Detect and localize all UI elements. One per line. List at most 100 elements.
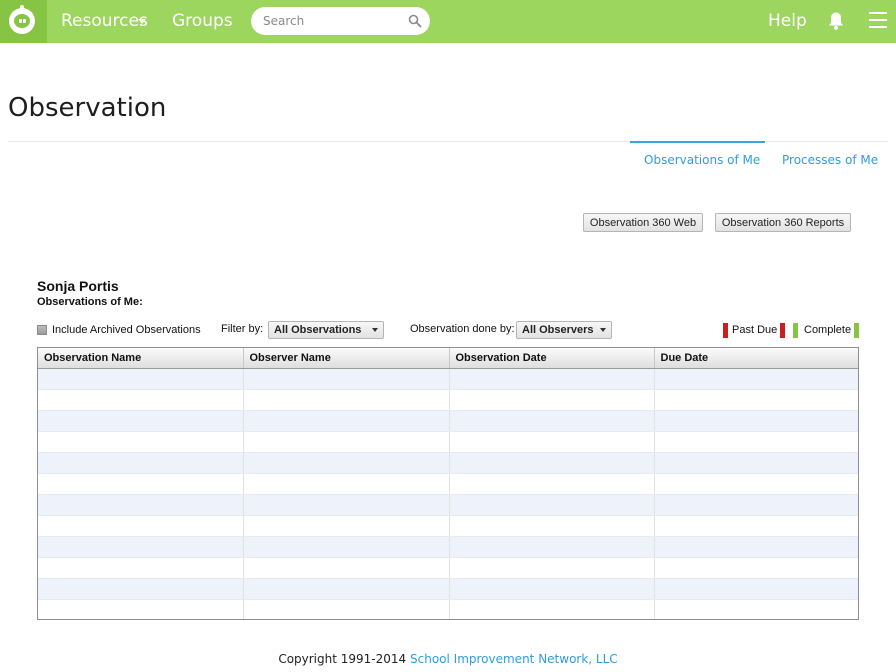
table-cell bbox=[38, 431, 244, 453]
search-icon[interactable] bbox=[408, 14, 422, 28]
table-row bbox=[38, 515, 858, 537]
table-cell bbox=[38, 473, 244, 495]
table-cell bbox=[449, 536, 655, 558]
chevron-down-icon[interactable] bbox=[138, 19, 146, 24]
table-cell bbox=[38, 557, 244, 579]
company-link[interactable]: School Improvement Network, LLC bbox=[410, 652, 618, 666]
table-cell bbox=[243, 410, 450, 432]
search-input[interactable] bbox=[263, 12, 403, 30]
table-cell bbox=[38, 410, 244, 432]
table-cell bbox=[243, 557, 450, 579]
table-cell bbox=[654, 536, 858, 558]
observer-select-value: All Observers bbox=[522, 324, 594, 336]
chevron-down-icon bbox=[372, 328, 378, 332]
hamburger-menu-icon[interactable] bbox=[869, 12, 887, 28]
table-cell bbox=[449, 515, 655, 537]
table-cell bbox=[654, 389, 858, 411]
table-cell bbox=[243, 389, 450, 411]
nav-resources[interactable]: Resources bbox=[61, 11, 148, 31]
table-cell bbox=[654, 578, 858, 600]
table-row bbox=[38, 557, 858, 579]
section-subtitle: Observations of Me: bbox=[37, 296, 143, 308]
table-row bbox=[38, 452, 858, 474]
table-cell bbox=[449, 578, 655, 600]
legend-complete-label: Complete bbox=[804, 324, 852, 336]
table-cell bbox=[449, 452, 655, 474]
table-cell bbox=[243, 368, 450, 390]
table-row bbox=[38, 410, 858, 432]
past-due-swatch bbox=[780, 323, 785, 338]
table-row bbox=[38, 368, 858, 390]
table-cell bbox=[449, 494, 655, 516]
column-header[interactable]: Observation Name bbox=[38, 348, 244, 369]
table-row bbox=[38, 389, 858, 411]
include-archived-label[interactable]: Include Archived Observations bbox=[52, 324, 201, 336]
past-due-swatch bbox=[723, 323, 728, 338]
filter-by-label: Filter by: bbox=[221, 323, 264, 335]
column-header[interactable]: Observation Date bbox=[449, 348, 655, 369]
complete-swatch bbox=[793, 323, 798, 338]
done-by-label: Observation done by: bbox=[410, 323, 515, 335]
table-row bbox=[38, 578, 858, 600]
table-cell bbox=[449, 599, 655, 619]
table-cell bbox=[243, 578, 450, 600]
tab-observations-of-me[interactable]: Observations of Me bbox=[644, 153, 760, 167]
search-box[interactable] bbox=[251, 7, 430, 35]
table-cell bbox=[654, 368, 858, 390]
table-cell bbox=[38, 599, 244, 619]
table-cell bbox=[449, 431, 655, 453]
column-header[interactable]: Observer Name bbox=[243, 348, 450, 369]
observation-360-reports-button[interactable]: Observation 360 Reports bbox=[715, 213, 851, 232]
table-header-row: Observation Name Observer Name Observati… bbox=[38, 348, 858, 369]
table-cell bbox=[38, 536, 244, 558]
copyright-text: Copyright 1991-2014 bbox=[278, 652, 407, 666]
table-cell bbox=[449, 389, 655, 411]
legend-past-due-label: Past Due bbox=[732, 324, 778, 336]
table-cell bbox=[38, 494, 244, 516]
table-body bbox=[38, 368, 858, 619]
tab-active-indicator bbox=[630, 141, 765, 143]
bell-icon[interactable] bbox=[827, 11, 845, 31]
tab-processes-of-me[interactable]: Processes of Me bbox=[782, 153, 878, 167]
table-cell bbox=[654, 515, 858, 537]
filter-select[interactable]: All Observations bbox=[268, 321, 384, 339]
table-row bbox=[38, 431, 858, 453]
footer: Copyright 1991-2014 School Improvement N… bbox=[0, 652, 896, 666]
observer-select[interactable]: All Observers bbox=[516, 321, 612, 339]
table-cell bbox=[243, 494, 450, 516]
table-cell bbox=[38, 578, 244, 600]
filter-select-value: All Observations bbox=[274, 324, 362, 336]
table-cell bbox=[654, 599, 858, 619]
nav-help[interactable]: Help bbox=[768, 11, 807, 31]
table-cell bbox=[654, 410, 858, 432]
chevron-down-icon bbox=[600, 328, 606, 332]
complete-swatch bbox=[854, 323, 859, 338]
table-cell bbox=[243, 452, 450, 474]
top-nav-bar: Resources Groups Help bbox=[0, 0, 896, 43]
include-archived-checkbox[interactable] bbox=[37, 325, 47, 335]
home-logo[interactable] bbox=[0, 0, 47, 43]
page-title: Observation bbox=[8, 93, 167, 123]
table-cell bbox=[243, 599, 450, 619]
table-cell bbox=[654, 452, 858, 474]
table-row bbox=[38, 473, 858, 495]
column-header[interactable]: Due Date bbox=[654, 348, 858, 369]
apple-logo-icon bbox=[9, 5, 35, 34]
table-cell bbox=[243, 536, 450, 558]
table-cell bbox=[243, 431, 450, 453]
table-cell bbox=[654, 431, 858, 453]
table-cell bbox=[38, 389, 244, 411]
table-cell bbox=[449, 473, 655, 495]
table-cell bbox=[449, 410, 655, 432]
table-cell bbox=[38, 452, 244, 474]
table-cell bbox=[243, 473, 450, 495]
table-cell bbox=[654, 557, 858, 579]
observation-360-web-button[interactable]: Observation 360 Web bbox=[583, 213, 703, 232]
observations-table: Observation Name Observer Name Observati… bbox=[37, 347, 859, 620]
table-row bbox=[38, 494, 858, 516]
nav-groups[interactable]: Groups bbox=[172, 11, 233, 31]
table-cell bbox=[654, 494, 858, 516]
table-cell bbox=[449, 368, 655, 390]
table-cell bbox=[243, 515, 450, 537]
table-cell bbox=[449, 557, 655, 579]
